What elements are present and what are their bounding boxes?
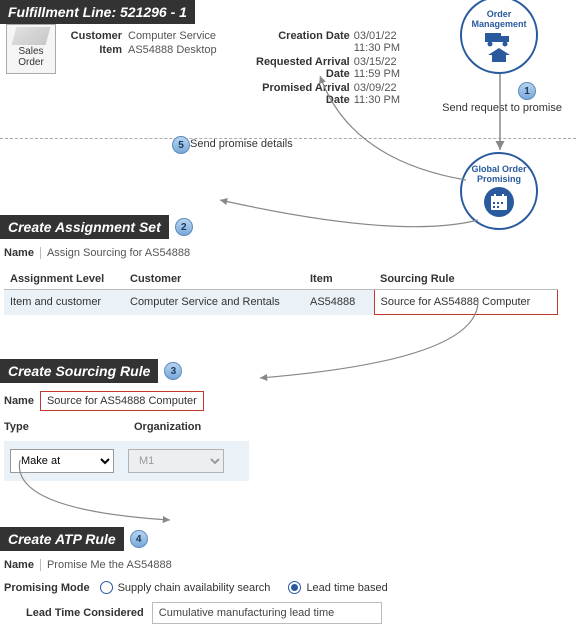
calendar-icon bbox=[489, 192, 509, 212]
creation-label: Creation Date bbox=[252, 30, 350, 54]
atp-name-label: Name bbox=[4, 559, 34, 571]
creation-value: 03/01/22 11:30 PM bbox=[354, 30, 422, 54]
type-select[interactable]: Make at bbox=[10, 449, 114, 473]
lead-time-label: Lead Time Considered bbox=[26, 607, 144, 619]
org-select[interactable]: M1 bbox=[128, 449, 224, 473]
step-2-badge: 2 bbox=[175, 218, 193, 236]
send-request-label: Send request to promise bbox=[442, 102, 562, 114]
assignment-name-label: Name bbox=[4, 247, 34, 259]
sourcing-name-label: Name bbox=[4, 395, 34, 407]
sourcing-name-input[interactable]: Source for AS54888 Computer bbox=[40, 391, 204, 411]
col-level: Assignment Level bbox=[4, 269, 124, 290]
radio-lead-time-label: Lead time based bbox=[306, 582, 387, 594]
sales-order-icon bbox=[12, 27, 51, 45]
fulfillment-title: Fulfillment Line: 521296 - 1 bbox=[0, 0, 195, 24]
order-management-label: Order Management bbox=[462, 9, 536, 29]
col-customer: Customer bbox=[124, 269, 304, 290]
org-header: Organization bbox=[134, 421, 264, 433]
sales-order-label: Sales Order bbox=[7, 46, 55, 68]
step-5-badge: 5 bbox=[172, 136, 190, 154]
calendar-icon-bg bbox=[484, 187, 514, 217]
promised-label: Promised Arrival Date bbox=[252, 82, 350, 106]
step-1-badge: 1 bbox=[518, 82, 536, 100]
house-icon bbox=[488, 48, 510, 62]
sales-order-badge: Sales Order bbox=[6, 24, 56, 74]
customer-value: Computer Service bbox=[128, 30, 216, 42]
type-header: Type bbox=[4, 421, 134, 433]
requested-label: Requested Arrival Date bbox=[252, 56, 350, 80]
radio-supply-chain-label: Supply chain availability search bbox=[118, 582, 271, 594]
sourcing-title: Create Sourcing Rule bbox=[0, 359, 158, 383]
atp-name-value: Promise Me the AS54888 bbox=[40, 559, 172, 571]
item-value: AS54888 Desktop bbox=[128, 44, 217, 56]
assignment-table: Assignment Level Customer Item Sourcing … bbox=[4, 269, 558, 315]
send-promise-label: Send promise details bbox=[190, 138, 293, 150]
atp-section: Create ATP Rule 4 Name Promise Me the AS… bbox=[0, 527, 576, 624]
cell-item: AS54888 bbox=[304, 290, 374, 315]
customer-label: Customer bbox=[62, 30, 122, 42]
radio-off-icon bbox=[100, 581, 113, 594]
radio-supply-chain[interactable]: Supply chain availability search bbox=[100, 581, 271, 594]
sourcing-section: Create Sourcing Rule 3 Name Source for A… bbox=[0, 359, 576, 481]
item-label: Item bbox=[62, 44, 122, 56]
cell-level: Item and customer bbox=[4, 290, 124, 315]
radio-lead-time[interactable]: Lead time based bbox=[288, 581, 387, 594]
col-rule: Sourcing Rule bbox=[374, 269, 558, 290]
table-row: Item and customer Computer Service and R… bbox=[4, 290, 558, 315]
col-item: Item bbox=[304, 269, 374, 290]
truck-icon bbox=[485, 31, 513, 47]
lead-time-input[interactable]: Cumulative manufacturing lead time bbox=[152, 602, 382, 624]
requested-value: 03/15/22 11:59 PM bbox=[354, 56, 422, 80]
assignment-section: Create Assignment Set 2 Name Assign Sour… bbox=[0, 215, 576, 315]
atp-title: Create ATP Rule bbox=[0, 527, 124, 551]
promising-mode-label: Promising Mode bbox=[4, 582, 90, 594]
step-4-badge: 4 bbox=[130, 530, 148, 548]
cell-customer: Computer Service and Rentals bbox=[124, 290, 304, 315]
assignment-name-value: Assign Sourcing for AS54888 bbox=[40, 247, 190, 259]
global-order-promising-badge: Global Order Promising bbox=[460, 152, 538, 230]
cell-rule: Source for AS54888 Computer bbox=[374, 290, 558, 315]
promised-value: 03/09/22 11:30 PM bbox=[354, 82, 422, 106]
gop-label: Global Order Promising bbox=[462, 165, 536, 185]
radio-on-icon bbox=[288, 581, 301, 594]
step-3-badge: 3 bbox=[164, 362, 182, 380]
assignment-title: Create Assignment Set bbox=[0, 215, 169, 239]
